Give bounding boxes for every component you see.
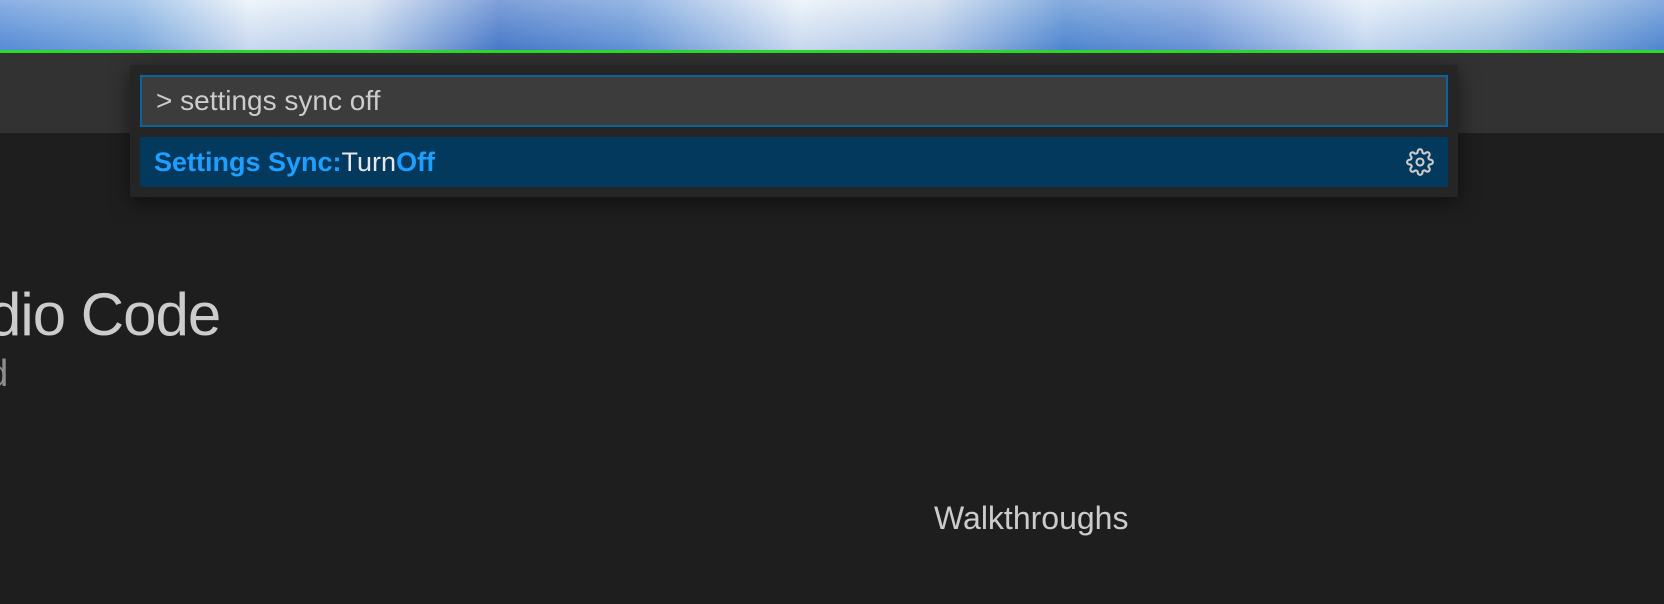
result-middle-text: Turn [342, 147, 397, 178]
walkthroughs-heading: Walkthroughs [934, 500, 1128, 537]
window-sky-background [0, 0, 1664, 50]
command-palette-input[interactable] [140, 75, 1448, 127]
command-result-label: Settings Sync: Turn Off [154, 147, 435, 178]
result-prefix-highlight: Settings Sync: [154, 147, 342, 178]
welcome-area: tudio Code lved [0, 280, 220, 396]
gear-icon[interactable] [1406, 148, 1434, 176]
welcome-subtitle: lved [0, 353, 220, 396]
welcome-title: tudio Code [0, 280, 220, 349]
command-palette: Settings Sync: Turn Off [130, 65, 1458, 197]
result-suffix-highlight: Off [396, 147, 435, 178]
command-result-item[interactable]: Settings Sync: Turn Off [140, 137, 1448, 187]
